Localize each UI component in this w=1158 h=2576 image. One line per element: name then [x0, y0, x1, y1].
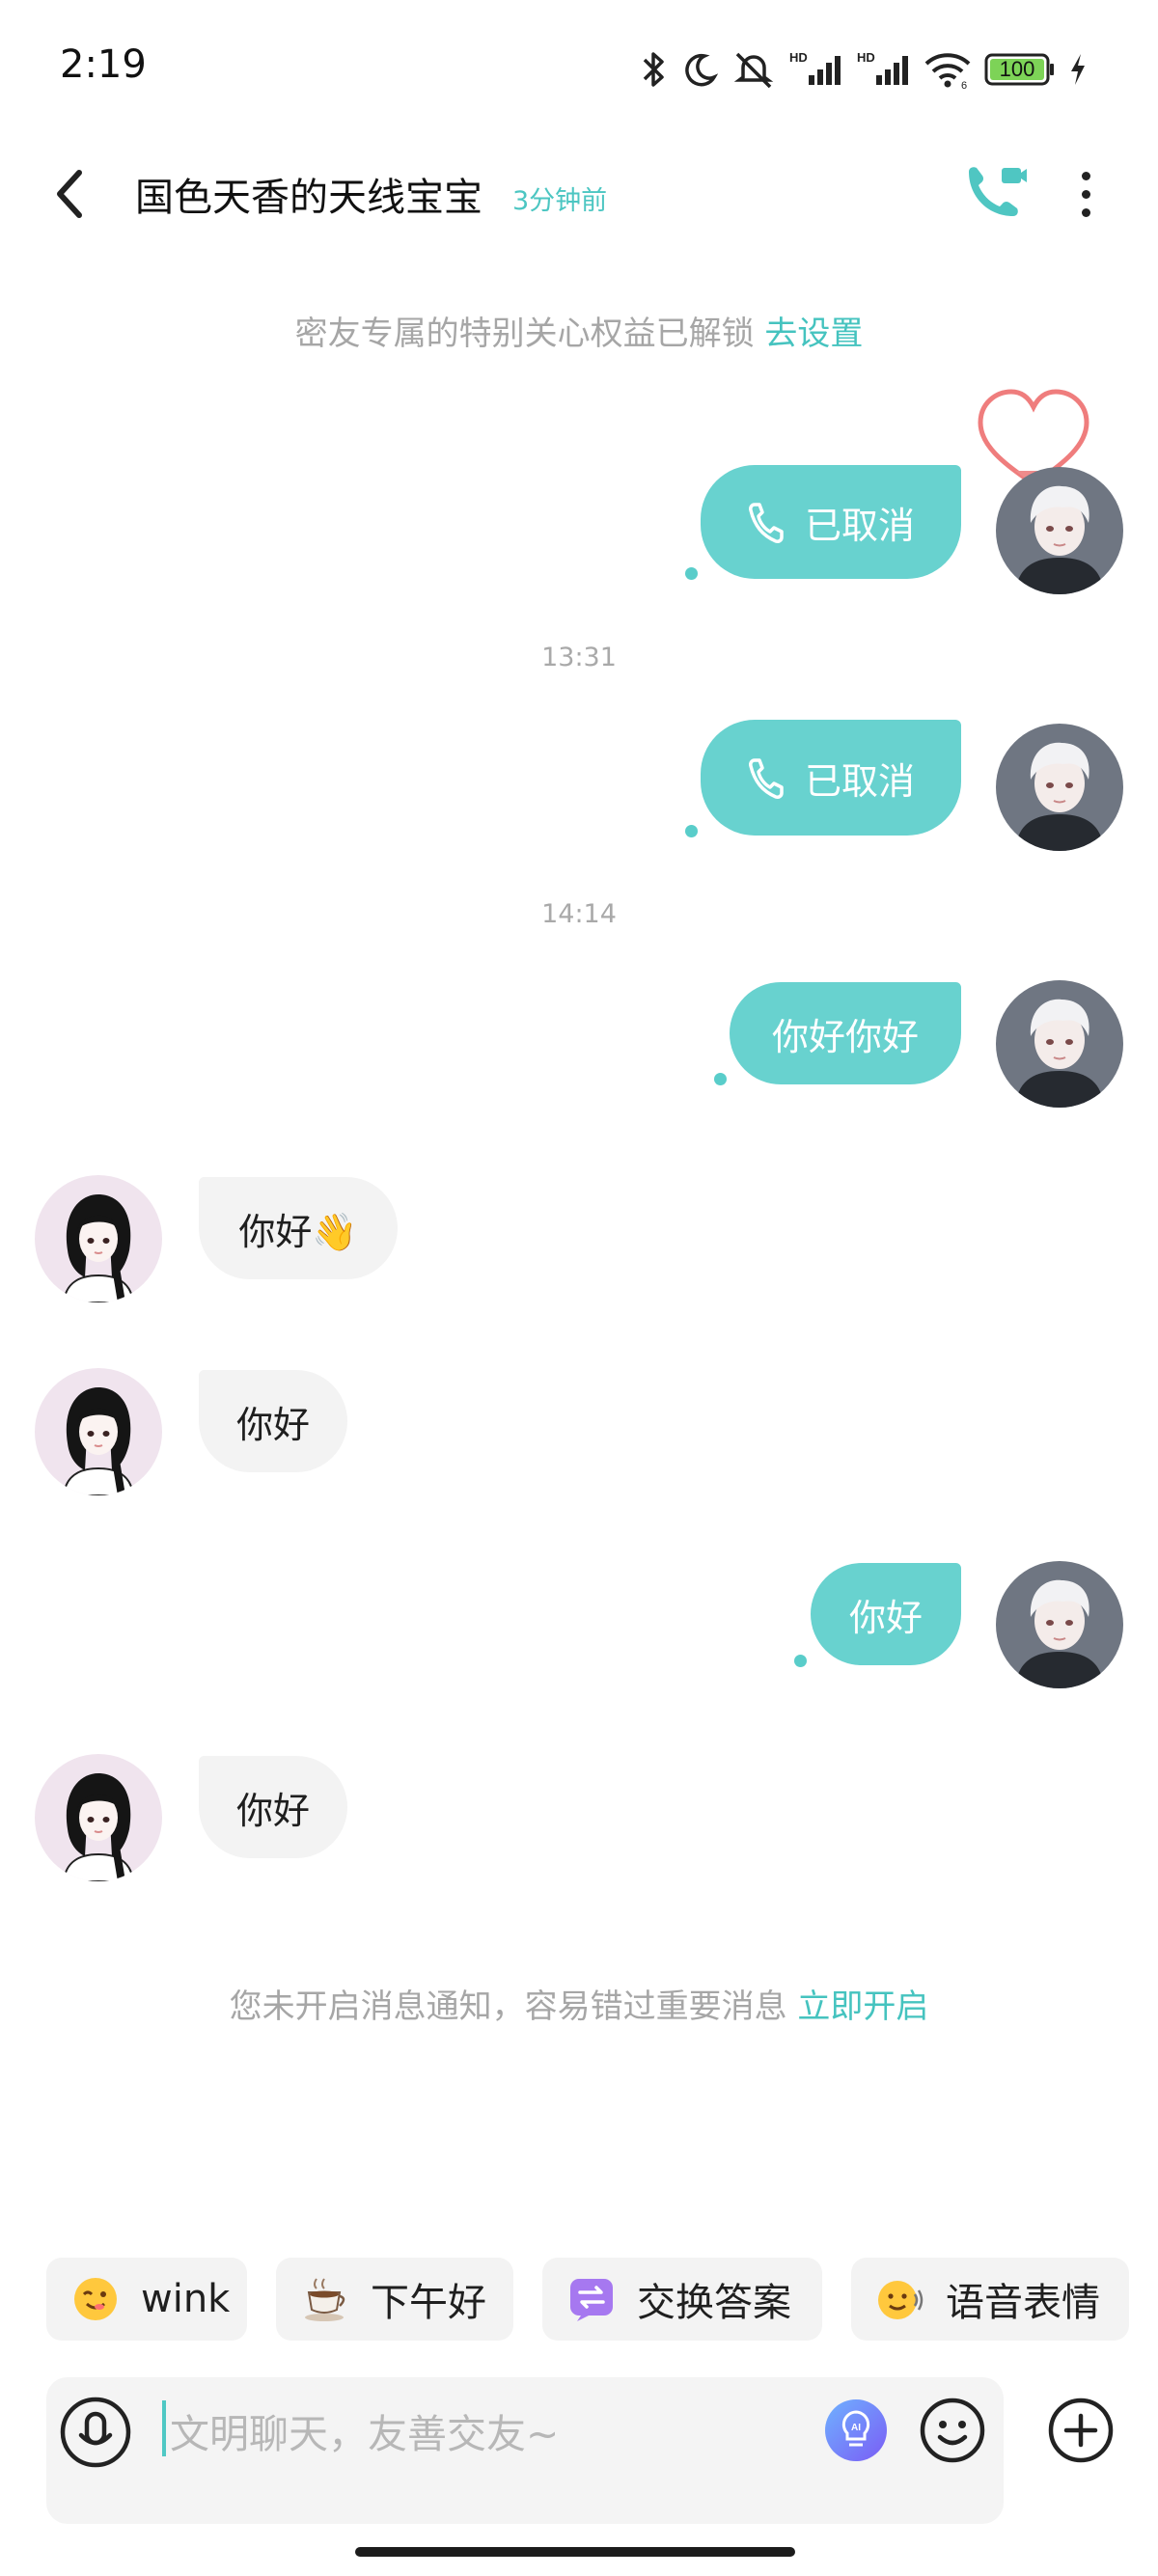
- quick-reply-label: wink: [141, 2277, 231, 2321]
- my-avatar[interactable]: [996, 980, 1123, 1108]
- add-attachment-button[interactable]: [1047, 2397, 1115, 2464]
- go-settings-link[interactable]: 去设置: [764, 315, 863, 353]
- chat-title[interactable]: 国色天香的天线宝宝: [135, 166, 482, 222]
- svg-text:AI: AI: [851, 2423, 861, 2433]
- read-indicator-dot: [685, 825, 698, 837]
- special-care-text: 密友专属的特别关心权益已解锁: [294, 315, 755, 353]
- status-icons: HD HD 6 100: [637, 42, 1089, 96]
- quick-reply-exchange[interactable]: 交换答案: [542, 2258, 822, 2341]
- ai-assistant-button[interactable]: AI: [824, 2398, 888, 2462]
- quick-reply-afternoon[interactable]: 下午好: [276, 2258, 513, 2341]
- more-options-button[interactable]: [1062, 160, 1110, 228]
- call-status-text: 已取消: [804, 504, 915, 547]
- message-input-placeholder[interactable]: 文明聊天，友善交友~: [170, 2401, 559, 2459]
- voice-input-button[interactable]: [58, 2395, 133, 2470]
- incoming-message[interactable]: 你好: [199, 1370, 347, 1472]
- quick-reply-label: 交换答案: [637, 2281, 791, 2325]
- contact-avatar[interactable]: [35, 1368, 162, 1495]
- message-text: 你好: [848, 1596, 923, 1639]
- svg-text:6: 6: [961, 80, 967, 91]
- svg-text:HD: HD: [857, 50, 875, 65]
- special-care-notice: 密友专属的特别关心权益已解锁 去设置: [0, 307, 1158, 354]
- call-button[interactable]: [961, 162, 1029, 226]
- read-indicator-dot: [714, 1073, 727, 1085]
- cancelled-call-message[interactable]: 已取消: [701, 465, 961, 579]
- svg-text:HD: HD: [789, 50, 808, 65]
- my-avatar[interactable]: [996, 467, 1123, 594]
- text-cursor: [162, 2400, 166, 2456]
- moon-icon: [681, 48, 720, 91]
- microphone-icon: [60, 2397, 131, 2468]
- outgoing-message[interactable]: 你好你好: [730, 982, 961, 1084]
- wifi-icon: 6: [923, 48, 973, 91]
- hd-signal-icon: HD: [855, 48, 911, 91]
- quick-reply-label: 下午好: [371, 2281, 486, 2325]
- incoming-message[interactable]: 你好: [199, 1756, 347, 1858]
- timestamp: 13:31: [541, 643, 617, 672]
- ai-bulb-icon: AI: [825, 2399, 887, 2461]
- plus-icon: [1048, 2398, 1114, 2463]
- hd-signal-icon: HD: [787, 48, 843, 91]
- bluetooth-icon: [637, 48, 670, 91]
- read-indicator-dot: [794, 1655, 807, 1667]
- battery-level: 100: [999, 57, 1035, 81]
- quick-reply-voice-emoji[interactable]: 语音表情: [851, 2258, 1129, 2341]
- status-time: 2:19: [60, 42, 147, 87]
- emoji-button[interactable]: [919, 2397, 986, 2464]
- timestamp: 14:14: [541, 899, 617, 929]
- voice-emoji-icon: [876, 2275, 924, 2323]
- message-text: 你好你好: [771, 1015, 919, 1058]
- phone-video-icon: [969, 167, 1027, 216]
- enable-notifications-link[interactable]: 立即开启: [797, 1987, 928, 2026]
- smiley-icon: [920, 2398, 985, 2463]
- contact-avatar[interactable]: [35, 1175, 162, 1302]
- wink-emoji-icon: [71, 2275, 120, 2323]
- phone-icon: [747, 499, 786, 545]
- last-seen-status: 3分钟前: [512, 186, 608, 216]
- charging-icon: [1067, 48, 1089, 91]
- read-indicator-dot: [685, 567, 698, 580]
- battery-icon: 100: [984, 52, 1056, 87]
- notification-text: 您未开启消息通知，容易错过重要消息: [229, 1987, 787, 2026]
- home-indicator[interactable]: [355, 2547, 795, 2557]
- call-status-text: 已取消: [804, 759, 915, 803]
- coffee-icon: [301, 2275, 349, 2323]
- my-avatar[interactable]: [996, 1561, 1123, 1688]
- message-text: 你好👋: [238, 1210, 358, 1253]
- message-text: 你好: [235, 1789, 310, 1832]
- message-text: 你好: [235, 1403, 310, 1446]
- exchange-icon: [567, 2275, 616, 2323]
- cancelled-call-message[interactable]: 已取消: [701, 720, 961, 836]
- outgoing-message[interactable]: 你好: [811, 1563, 961, 1665]
- mute-icon: [731, 48, 776, 91]
- incoming-message[interactable]: 你好👋: [199, 1177, 398, 1279]
- phone-icon: [747, 754, 786, 801]
- back-button[interactable]: [44, 160, 95, 228]
- notification-notice: 您未开启消息通知，容易错过重要消息 立即开启: [0, 1980, 1158, 2027]
- quick-reply-wink[interactable]: wink: [46, 2258, 247, 2341]
- back-arrow-icon: [57, 170, 82, 218]
- contact-avatar[interactable]: [35, 1754, 162, 1881]
- my-avatar[interactable]: [996, 724, 1123, 851]
- quick-reply-label: 语音表情: [946, 2281, 1100, 2325]
